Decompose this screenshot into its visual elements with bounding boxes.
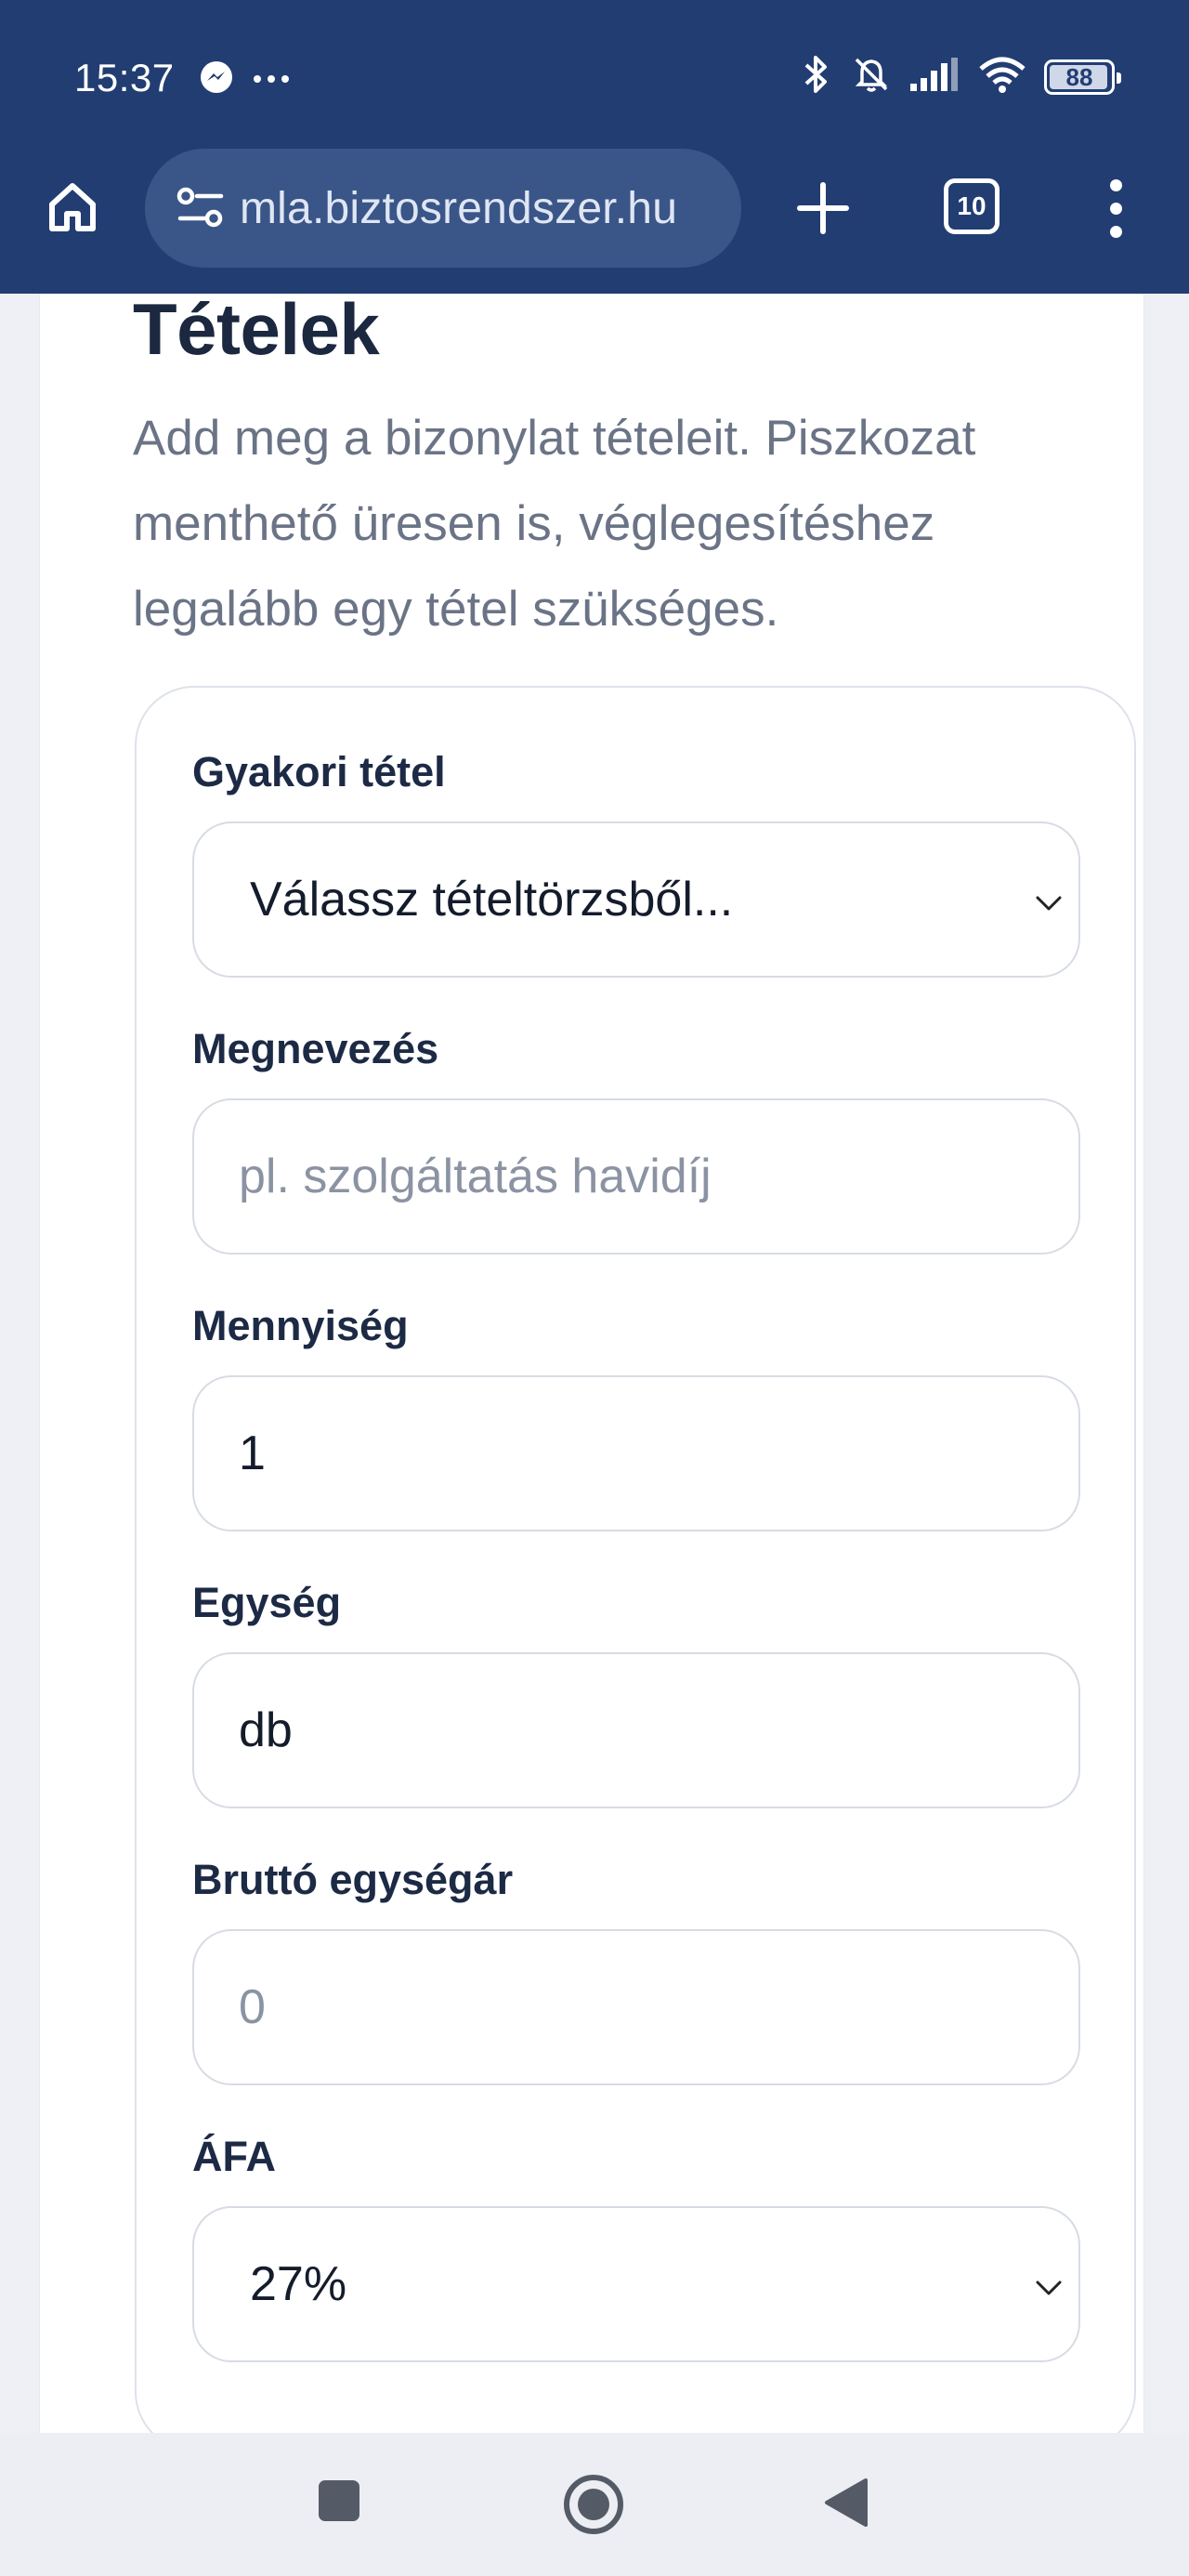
vat-label: ÁFA [192, 2133, 276, 2180]
circle-icon [564, 2475, 623, 2534]
home-button[interactable] [37, 171, 108, 242]
page-content: Tételek Add meg a bizonylat tételeit. Pi… [0, 294, 1189, 2433]
unit-value: db [239, 1703, 293, 1757]
more-icon [253, 72, 290, 88]
tab-count: 10 [957, 191, 986, 220]
items-section: Tételek Add meg a bizonylat tételeit. Pi… [39, 294, 1144, 2433]
signal-icon [908, 56, 960, 98]
gross-unit-price-input[interactable]: 0 [192, 1929, 1080, 2085]
browser-chrome: 15:37 88 mla.biztosrendszer.hu 10 [0, 0, 1189, 294]
browser-toolbar: mla.biztosrendszer.hu 10 [0, 149, 1189, 269]
name-placeholder: pl. szolgáltatás havidíj [239, 1150, 712, 1203]
battery-icon: 88 [1044, 59, 1121, 95]
frequent-item-select[interactable]: Válassz tételtörzsből... [192, 821, 1080, 978]
new-tab-button[interactable] [786, 171, 860, 245]
frequent-item-value: Válassz tételtörzsből... [250, 873, 734, 927]
gross-unit-price-placeholder: 0 [239, 1980, 266, 2034]
home-nav-button[interactable] [561, 2472, 626, 2537]
system-navigation-bar [0, 2433, 1189, 2576]
status-time: 15:37 [74, 56, 175, 99]
messenger-icon [199, 59, 234, 99]
site-settings-icon[interactable] [173, 180, 229, 236]
quantity-input[interactable]: 1 [192, 1375, 1080, 1531]
back-triangle-icon [825, 2478, 868, 2527]
browser-menu-button[interactable] [1092, 169, 1139, 247]
battery-level: 88 [1065, 62, 1093, 91]
url-text: mla.biztosrendszer.hu [240, 183, 678, 233]
unit-input[interactable]: db [192, 1652, 1080, 1808]
bluetooth-icon [797, 54, 834, 99]
chevron-down-icon [1032, 887, 1065, 920]
status-bar: 15:37 88 [0, 0, 1189, 149]
gross-unit-price-label: Bruttó egységár [192, 1856, 514, 1903]
name-label: Megnevezés [192, 1025, 439, 1072]
unit-label: Egység [192, 1579, 342, 1626]
section-title: Tételek [133, 294, 380, 370]
tab-switcher-button[interactable]: 10 [944, 178, 1000, 234]
plus-icon [797, 182, 849, 234]
name-input[interactable]: pl. szolgáltatás havidíj [192, 1098, 1080, 1255]
chevron-down-icon [1032, 2271, 1065, 2305]
square-icon [319, 2480, 359, 2521]
quantity-label: Mennyiség [192, 1302, 409, 1349]
home-icon [49, 183, 96, 231]
wifi-icon [977, 54, 1027, 99]
frequent-item-label: Gyakori tétel [192, 748, 446, 795]
item-form-card: Gyakori tétel Válassz tételtörzsből... M… [135, 686, 1136, 2433]
section-description: Add meg a bizonylat tételeit. Piszkozat … [133, 411, 976, 637]
quantity-value: 1 [239, 1426, 266, 1480]
vat-select[interactable]: 27% [192, 2206, 1080, 2362]
back-button[interactable] [821, 2476, 869, 2530]
mute-icon [851, 54, 892, 99]
vat-value: 27% [250, 2257, 347, 2311]
recents-button[interactable] [316, 2477, 362, 2524]
address-bar[interactable]: mla.biztosrendszer.hu [145, 149, 741, 268]
